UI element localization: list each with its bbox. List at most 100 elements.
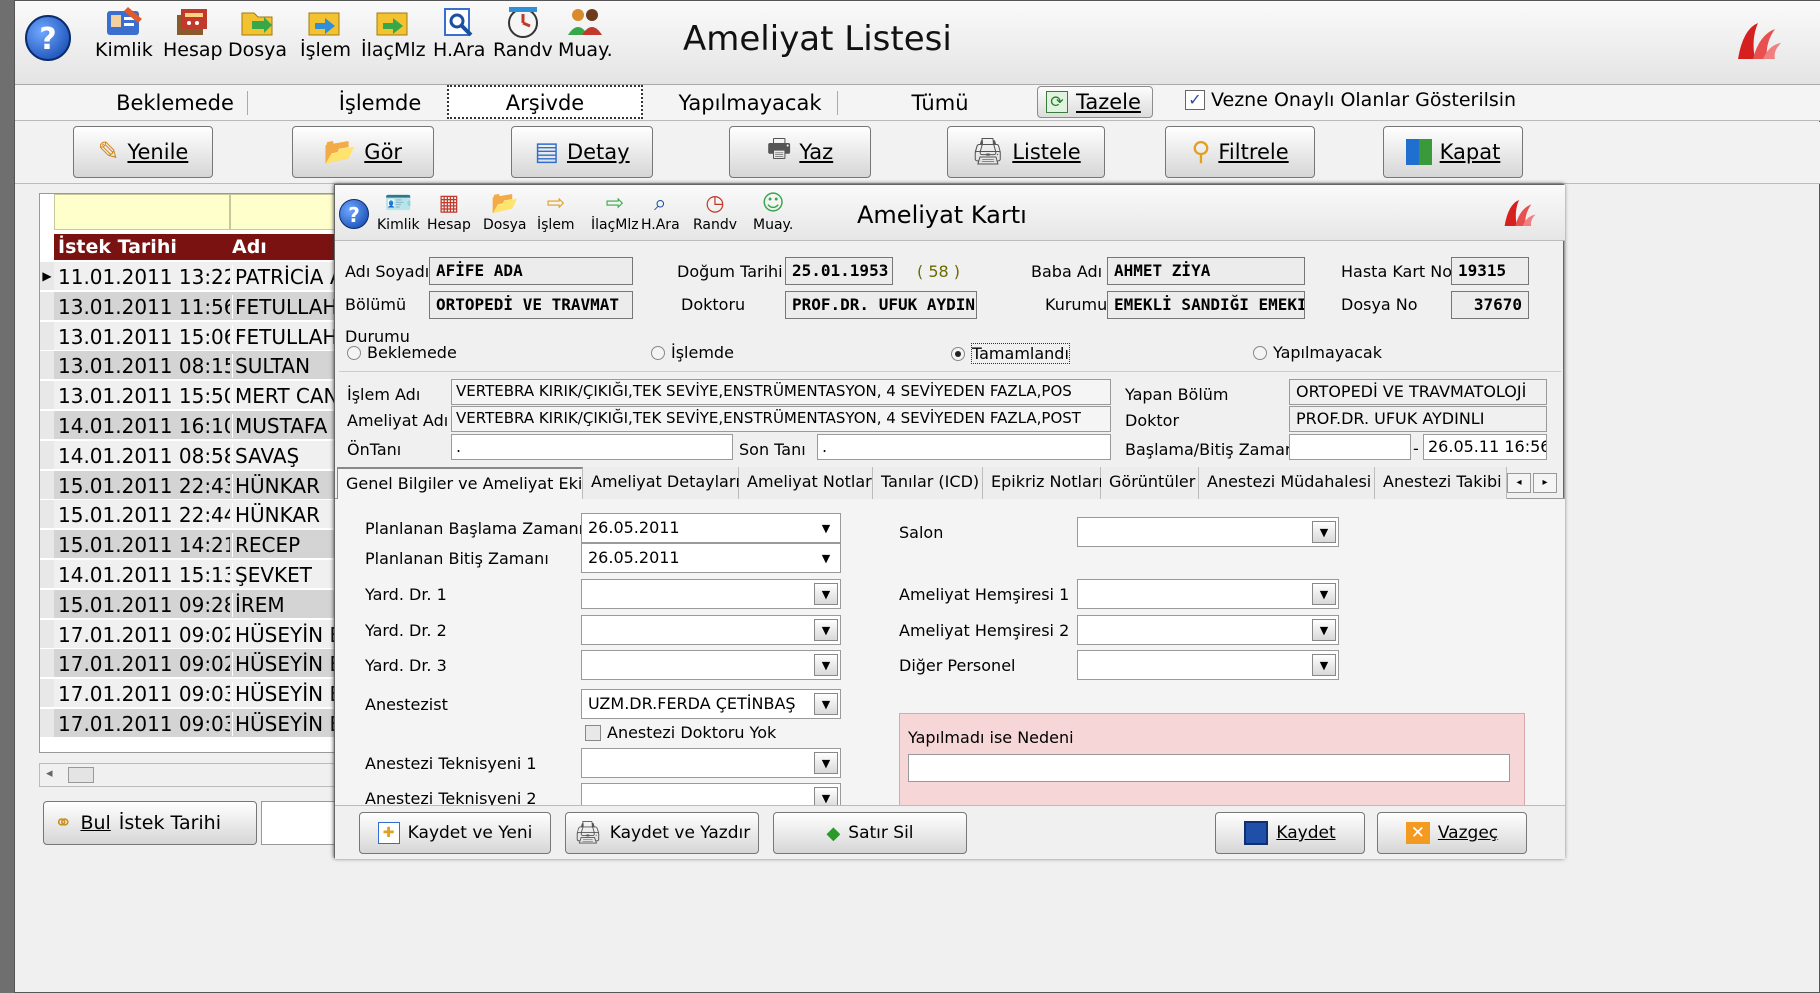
table-row[interactable]: 15.01.2011 22:44: HÜNKAR xyxy=(54,500,350,530)
row-selector[interactable] xyxy=(40,589,54,619)
teknisyen-1-select[interactable]: ▼ xyxy=(581,748,841,778)
content-tab-1[interactable]: Ameliyat Detayları xyxy=(583,467,740,499)
chevron-down-icon[interactable]: ▼ xyxy=(814,654,838,676)
chevron-down-icon[interactable]: ▼ xyxy=(1312,654,1336,676)
satir-sil-button[interactable]: ◆ Satır Sil xyxy=(773,812,967,854)
content-tab-6[interactable]: Anestezi Müdahalesi xyxy=(1199,467,1375,499)
table-row[interactable]: 13.01.2011 15:06: FETULLAH xyxy=(54,321,350,351)
field-ontani[interactable]: . xyxy=(451,434,733,460)
row-selector[interactable] xyxy=(40,381,54,411)
kaydet-button[interactable]: Kaydet xyxy=(1215,812,1365,854)
row-selector[interactable] xyxy=(40,560,54,589)
field-bitis-zamani[interactable]: 26.05.11 16:56 xyxy=(1423,434,1547,460)
anestezi-yok-checkbox[interactable]: Anestezi Doktoru Yok xyxy=(585,723,776,742)
horizontal-scrollbar[interactable]: ◂ xyxy=(39,763,349,787)
content-tab-7[interactable]: Anestezi Takibi xyxy=(1375,467,1507,499)
field-yapan-bolum[interactable]: ORTOPEDİ VE TRAVMATOLOJİ xyxy=(1289,379,1547,405)
yaz-button[interactable]: 🖶 Yaz xyxy=(729,126,871,178)
search-button[interactable]: ⚭ Bul İstek Tarihi xyxy=(43,801,257,845)
field-son-tani[interactable]: . xyxy=(817,434,1111,460)
field-baslama-zamani[interactable] xyxy=(1289,434,1411,460)
card-toolbar-2[interactable]: 📂 Dosya xyxy=(483,191,527,233)
table-row[interactable]: 14.01.2011 16:10: MUSTAFA xyxy=(54,411,350,440)
chevron-down-icon[interactable]: ▼ xyxy=(814,517,838,539)
table-row[interactable]: 11.01.2011 13:22: PATRİCİA A xyxy=(54,262,350,291)
hemsire-1-select[interactable]: ▼ xyxy=(1077,579,1339,609)
content-tab-4[interactable]: Epikriz Notları xyxy=(983,467,1103,499)
content-tab-0[interactable]: Genel Bilgiler ve Ameliyat Ekibi xyxy=(337,467,597,500)
diger-personel-select[interactable]: ▼ xyxy=(1077,650,1339,680)
table-row[interactable]: 15.01.2011 22:43: HÜNKAR xyxy=(54,470,350,500)
toolbar-muay[interactable]: Muay. xyxy=(558,5,613,60)
salon-select[interactable]: ▼ xyxy=(1077,517,1339,547)
yenile-button[interactable]: ✎ Yenile xyxy=(73,126,213,178)
hemsire-2-select[interactable]: ▼ xyxy=(1077,615,1339,645)
table-row[interactable]: 15.01.2011 14:21: RECEP xyxy=(54,530,350,560)
vezne-checkbox[interactable]: ✓ Vezne Onaylı Olanlar Gösterilsin xyxy=(1185,89,1516,111)
table-row[interactable]: 17.01.2011 09:03: HÜSEYİN E xyxy=(54,679,350,709)
toolbar-ilacmlz[interactable]: İlaçMlz xyxy=(361,5,426,60)
card-toolbar-1[interactable]: ▦ Hesap xyxy=(427,191,471,233)
tab-yapilmayacak[interactable]: Yapılmayacak xyxy=(655,85,845,121)
tab-scroll-left[interactable]: ◂ xyxy=(1507,473,1531,493)
tab-tumu[interactable]: Tümü xyxy=(885,85,995,121)
yard-dr-2-select[interactable]: ▼ xyxy=(581,615,841,645)
chevron-down-icon[interactable]: ▼ xyxy=(814,583,838,605)
col-header-name[interactable]: Adı xyxy=(232,236,267,258)
table-row[interactable]: 13.01.2011 08:15: SULTAN xyxy=(54,351,350,381)
field-islem-adi[interactable]: VERTEBRA KIRIK/ÇIKIĞI,TEK SEVİYE,ENSTRÜM… xyxy=(451,379,1111,405)
content-tab-3[interactable]: Tanılar (ICD) xyxy=(873,467,983,499)
help-icon[interactable]: ? xyxy=(25,15,71,61)
anestezist-select[interactable]: UZM.DR.FERDA ÇETİNBAŞ ▼ xyxy=(581,689,841,719)
filter-cell-date[interactable] xyxy=(54,194,230,230)
card-toolbar-0[interactable]: 🪪 Kimlik xyxy=(377,191,420,233)
row-selector[interactable] xyxy=(40,351,54,381)
tab-arsivde[interactable]: Arşivde xyxy=(447,85,643,119)
content-tab-5[interactable]: Görüntüler xyxy=(1101,467,1199,499)
radio-status-1[interactable]: İşlemde xyxy=(651,343,734,362)
chevron-down-icon[interactable]: ▼ xyxy=(814,619,838,641)
kaydet-yazdir-button[interactable]: 🖨 Kaydet ve Yazdır xyxy=(565,812,759,854)
tab-scroll-right[interactable]: ▸ xyxy=(1533,473,1557,493)
row-selector[interactable] xyxy=(40,619,54,649)
row-selector[interactable] xyxy=(40,291,54,321)
radio-status-3[interactable]: Yapılmayacak xyxy=(1253,343,1382,362)
toolbar-hara[interactable]: H.Ara xyxy=(433,5,485,60)
row-selector[interactable] xyxy=(40,440,54,470)
row-selector[interactable] xyxy=(40,709,54,738)
card-toolbar-6[interactable]: ◷ Randv xyxy=(693,191,737,233)
table-row[interactable]: 17.01.2011 09:03: HÜSEYİN E xyxy=(54,709,350,738)
table-row[interactable]: 17.01.2011 09:02: HÜSEYİN E xyxy=(54,649,350,679)
toolbar-hesap[interactable]: Hesap xyxy=(163,5,223,60)
detay-button[interactable]: ▤ Detay xyxy=(511,126,653,178)
kapat-button[interactable]: Kapat xyxy=(1383,126,1523,178)
vazgec-button[interactable]: ✕ Vazgeç xyxy=(1377,812,1527,854)
chevron-down-icon[interactable]: ▼ xyxy=(814,693,838,715)
chevron-down-icon[interactable]: ▼ xyxy=(1312,619,1336,641)
toolbar-islem[interactable]: İşlem xyxy=(300,5,351,60)
table-row[interactable]: 14.01.2011 15:13: ŞEVKET xyxy=(54,560,350,589)
row-selector[interactable] xyxy=(40,679,54,709)
yapilmadi-nedeni-input[interactable] xyxy=(908,754,1510,782)
chevron-down-icon[interactable]: ▼ xyxy=(814,752,838,774)
table-row[interactable]: 14.01.2011 08:58: SAVAŞ xyxy=(54,440,350,470)
table-row[interactable]: 15.01.2011 09:28: İREM xyxy=(54,589,350,619)
row-selector[interactable] xyxy=(40,500,54,530)
row-selector[interactable]: ▶ xyxy=(40,262,54,291)
row-selector[interactable] xyxy=(40,649,54,679)
chevron-down-icon[interactable]: ▼ xyxy=(814,547,838,569)
chevron-down-icon[interactable]: ▼ xyxy=(1312,521,1336,543)
card-toolbar-7[interactable]: ☺ Muay. xyxy=(753,191,793,233)
scroll-left-icon[interactable]: ◂ xyxy=(46,766,53,781)
scroll-thumb[interactable] xyxy=(68,767,94,783)
row-selector[interactable] xyxy=(40,530,54,560)
chevron-down-icon[interactable]: ▼ xyxy=(1312,583,1336,605)
radio-status-0[interactable]: Beklemede xyxy=(347,343,457,362)
col-header-date[interactable]: İstek Tarihi xyxy=(58,236,177,258)
toolbar-kimlik[interactable]: Kimlik xyxy=(95,5,153,60)
table-row[interactable]: 13.01.2011 11:56: FETULLAH xyxy=(54,291,350,321)
listele-button[interactable]: 🖨 Listele xyxy=(947,126,1105,178)
row-selector[interactable] xyxy=(40,411,54,440)
gor-button[interactable]: 📂 Gör xyxy=(292,126,434,178)
toolbar-randv[interactable]: Randv xyxy=(493,5,553,60)
